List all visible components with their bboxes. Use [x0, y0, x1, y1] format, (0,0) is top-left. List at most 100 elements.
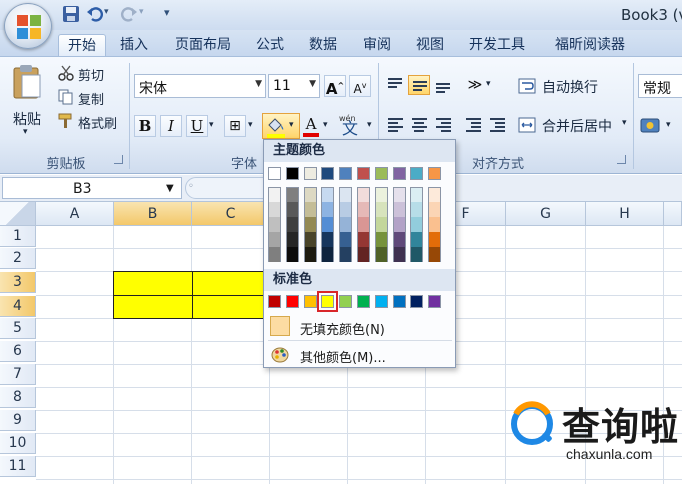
theme-shade-swatch[interactable] — [428, 202, 441, 217]
decrease-indent-button[interactable] — [462, 115, 484, 135]
theme-shade-swatch[interactable] — [357, 202, 370, 217]
format-painter-button[interactable]: 格式刷 — [56, 111, 128, 132]
theme-shade-swatch[interactable] — [286, 232, 299, 247]
borders-button[interactable]: ⊞ — [224, 115, 246, 137]
theme-color-swatch[interactable] — [393, 167, 406, 180]
theme-color-swatch[interactable] — [410, 167, 423, 180]
increase-indent-button[interactable] — [486, 115, 508, 135]
tab-home[interactable]: 开始 — [58, 34, 106, 56]
theme-shade-swatch[interactable] — [304, 202, 317, 217]
redo-icon[interactable] — [120, 5, 138, 23]
standard-color-swatch[interactable] — [268, 295, 281, 308]
copy-button[interactable]: 复制 — [56, 87, 128, 108]
column-header[interactable]: A — [36, 202, 114, 226]
cell-b3[interactable] — [113, 271, 193, 296]
theme-shade-swatch[interactable] — [268, 202, 281, 217]
theme-shade-swatch[interactable] — [357, 232, 370, 247]
row-header[interactable]: 5 — [0, 318, 36, 339]
underline-button[interactable]: U — [186, 115, 208, 137]
standard-color-swatch[interactable] — [339, 295, 352, 308]
theme-shade-swatch[interactable] — [339, 232, 352, 247]
cell-c4[interactable] — [192, 295, 272, 319]
tab-page-layout[interactable]: 页面布局 — [168, 34, 238, 56]
theme-shade-swatch[interactable] — [268, 217, 281, 232]
column-header[interactable]: G — [506, 202, 586, 226]
theme-shade-swatch[interactable] — [339, 187, 352, 202]
column-header-partial[interactable] — [664, 202, 682, 226]
theme-shade-swatch[interactable] — [393, 202, 406, 217]
column-header[interactable]: H — [586, 202, 664, 226]
theme-shade-swatch[interactable] — [428, 217, 441, 232]
row-header[interactable]: 1 — [0, 226, 36, 247]
row-header[interactable]: 11 — [0, 456, 36, 477]
align-middle-button[interactable] — [408, 75, 430, 95]
theme-shade-swatch[interactable] — [286, 202, 299, 217]
number-format-combo[interactable]: 常规 — [638, 74, 682, 98]
theme-shade-swatch[interactable] — [393, 187, 406, 202]
theme-shade-swatch[interactable] — [286, 247, 299, 262]
theme-shade-swatch[interactable] — [357, 217, 370, 232]
standard-color-swatch-selected[interactable] — [317, 291, 338, 312]
theme-color-swatch[interactable] — [428, 167, 441, 180]
orientation-button[interactable]: ≫ — [464, 75, 486, 97]
theme-color-swatch[interactable] — [268, 167, 281, 180]
tab-formulas[interactable]: 公式 — [250, 34, 290, 56]
office-button[interactable] — [4, 3, 52, 49]
merge-center-button[interactable]: 合并后居中 ▾ — [516, 113, 632, 137]
align-left-button[interactable] — [384, 115, 406, 135]
name-box[interactable]: B3 ▼ — [2, 177, 182, 199]
theme-shade-swatch[interactable] — [410, 247, 423, 262]
theme-shade-swatch[interactable] — [286, 217, 299, 232]
row-header[interactable]: 8 — [0, 387, 36, 408]
theme-shade-swatch[interactable] — [428, 232, 441, 247]
bold-button[interactable]: B — [134, 115, 156, 137]
theme-shade-swatch[interactable] — [428, 247, 441, 262]
theme-shade-swatch[interactable] — [304, 232, 317, 247]
cell-c3[interactable] — [192, 271, 272, 296]
theme-shade-swatch[interactable] — [268, 232, 281, 247]
tab-view[interactable]: 视图 — [410, 34, 450, 56]
theme-shade-swatch[interactable] — [410, 232, 423, 247]
theme-color-swatch[interactable] — [375, 167, 388, 180]
column-header[interactable]: B — [114, 202, 192, 226]
theme-shade-swatch[interactable] — [410, 217, 423, 232]
theme-shade-swatch[interactable] — [304, 247, 317, 262]
theme-shade-swatch[interactable] — [357, 187, 370, 202]
theme-shade-swatch[interactable] — [321, 232, 334, 247]
theme-shade-swatch[interactable] — [339, 247, 352, 262]
no-fill-menu-item[interactable]: 无填充颜色(N) — [264, 314, 455, 340]
column-header[interactable]: C — [192, 202, 270, 226]
row-header[interactable]: 9 — [0, 410, 36, 431]
align-center-button[interactable] — [408, 115, 430, 135]
standard-color-swatch[interactable] — [393, 295, 406, 308]
theme-color-swatch[interactable] — [339, 167, 352, 180]
theme-shade-swatch[interactable] — [410, 187, 423, 202]
theme-color-swatch[interactable] — [321, 167, 334, 180]
underline-dropdown-icon[interactable]: ▾ — [209, 120, 214, 130]
theme-shade-swatch[interactable] — [339, 217, 352, 232]
theme-shade-swatch[interactable] — [268, 247, 281, 262]
currency-format-icon[interactable] — [640, 115, 664, 137]
shrink-font-button[interactable]: Av — [349, 75, 371, 97]
theme-shade-swatch[interactable] — [410, 202, 423, 217]
font-color-button[interactable]: A — [300, 114, 322, 137]
theme-shade-swatch[interactable] — [375, 217, 388, 232]
currency-dropdown-icon[interactable]: ▾ — [666, 120, 671, 130]
theme-shade-swatch[interactable] — [268, 187, 281, 202]
theme-color-swatch[interactable] — [304, 167, 317, 180]
redo-dropdown-icon[interactable]: ▾ — [139, 7, 157, 25]
phonetic-guide-button[interactable]: wén 文 — [337, 113, 367, 139]
theme-shade-swatch[interactable] — [393, 217, 406, 232]
font-color-dropdown-icon[interactable]: ▾ — [323, 120, 328, 130]
row-header[interactable]: 10 — [0, 433, 36, 454]
standard-color-swatch[interactable] — [286, 295, 299, 308]
standard-color-swatch[interactable] — [428, 295, 441, 308]
phonetic-dropdown-icon[interactable]: ▾ — [367, 120, 372, 130]
standard-color-swatch[interactable] — [304, 295, 317, 308]
theme-shade-swatch[interactable] — [286, 187, 299, 202]
theme-shade-swatch[interactable] — [304, 187, 317, 202]
standard-color-swatch[interactable] — [410, 295, 423, 308]
cell-b4[interactable] — [113, 295, 193, 319]
standard-color-swatch[interactable] — [375, 295, 388, 308]
row-header[interactable]: 3 — [0, 272, 36, 293]
